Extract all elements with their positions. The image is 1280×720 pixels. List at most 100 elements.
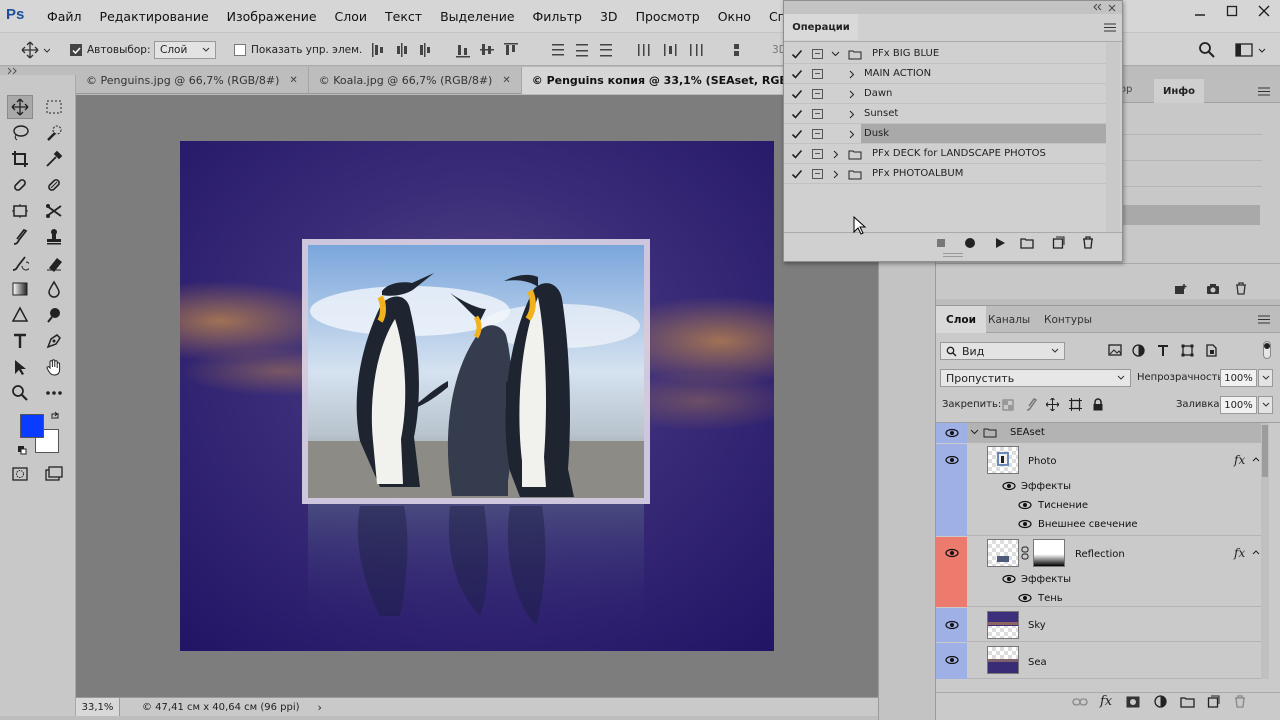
visibility-eye-icon[interactable] — [936, 643, 967, 679]
opacity-input[interactable]: 100% — [1220, 369, 1257, 387]
action-row[interactable]: Sunset — [784, 104, 1106, 124]
align-distribute-icons[interactable] — [370, 40, 740, 60]
clone-stamp-tool-icon[interactable] — [41, 225, 67, 249]
crop-tool-icon[interactable] — [7, 147, 33, 171]
menu-window[interactable]: Окно — [709, 9, 760, 24]
stop-playing-icon[interactable] — [936, 238, 946, 248]
move-tool-icon[interactable] — [7, 95, 33, 119]
layer-sky[interactable]: Sky — [936, 608, 1261, 642]
search-icon[interactable] — [1198, 40, 1216, 60]
actions-panel-titlebar[interactable] — [784, 1, 1122, 14]
dialog-toggle-icon[interactable] — [812, 69, 823, 79]
layer-photo[interactable]: Photo fx Эффекты Тиснение Внешнее свечен… — [936, 444, 1261, 536]
status-menu-arrow-icon[interactable]: › — [318, 701, 322, 714]
actions-scrollbar[interactable] — [1106, 42, 1120, 232]
lock-all-icon[interactable] — [1092, 398, 1104, 411]
panel-menu-icon[interactable] — [1258, 315, 1270, 324]
close-tab-icon[interactable]: ✕ — [289, 75, 297, 86]
menu-image[interactable]: Изображение — [218, 9, 326, 24]
lasso-tool-icon[interactable] — [7, 121, 33, 145]
dialog-toggle-icon[interactable] — [812, 109, 823, 119]
visibility-eye-icon[interactable] — [936, 446, 967, 474]
patch-tool-icon[interactable] — [7, 199, 33, 223]
minimize-icon[interactable] — [1184, 0, 1216, 22]
type-tool-icon[interactable] — [7, 329, 33, 353]
eraser-tool-icon[interactable] — [41, 251, 67, 275]
checkmark-icon[interactable] — [791, 48, 803, 60]
effect-bevel-emboss[interactable]: Тиснение — [1038, 500, 1088, 511]
zoom-tool-icon[interactable] — [7, 381, 33, 405]
new-set-folder-icon[interactable] — [1020, 237, 1034, 249]
effect-outer-glow[interactable]: Внешнее свечение — [1038, 519, 1138, 530]
dialog-toggle-icon[interactable] — [812, 89, 823, 99]
fill-slider-toggle[interactable] — [1258, 396, 1273, 414]
panel-menu-icon[interactable] — [1258, 87, 1270, 96]
layer-sea[interactable]: Sea — [936, 643, 1261, 679]
tab-info[interactable]: Инфо — [1154, 79, 1204, 103]
lock-transparent-pixels-icon[interactable] — [1002, 399, 1014, 411]
layer-mask-thumbnail[interactable] — [1033, 539, 1065, 567]
add-mask-icon[interactable] — [1126, 696, 1140, 708]
filter-smart-objects-icon[interactable] — [1205, 344, 1218, 357]
effects-eye-icon[interactable] — [1002, 480, 1016, 492]
document-canvas[interactable] — [180, 141, 774, 651]
tab-koala[interactable]: © Koala.jpg @ 66,7% (RGB/8#) ✕ — [309, 67, 522, 94]
checkmark-icon[interactable] — [791, 88, 803, 100]
layer-reflection[interactable]: Reflection fx Эффекты Тень — [936, 537, 1261, 607]
snapshot-camera-icon[interactable] — [1206, 283, 1220, 295]
dialog-toggle-icon[interactable] — [812, 149, 823, 159]
filter-toggle-switch[interactable] — [1263, 341, 1271, 359]
close-panel-icon[interactable] — [1108, 4, 1116, 12]
chevron-right-icon[interactable] — [849, 130, 855, 139]
tab-penguins[interactable]: © Penguins.jpg @ 66,7% (RGB/8#) ✕ — [76, 67, 309, 94]
layers-scrollbar[interactable] — [1261, 423, 1269, 679]
new-action-icon[interactable] — [1052, 236, 1065, 249]
lock-position-icon[interactable] — [1046, 398, 1059, 411]
effect-eye-icon[interactable] — [1018, 518, 1032, 530]
visibility-eye-icon[interactable] — [936, 423, 967, 443]
autoselect-dropdown[interactable]: Слой — [154, 41, 216, 59]
checkmark-icon[interactable] — [791, 148, 803, 160]
quick-selection-tool-icon[interactable] — [41, 121, 67, 145]
dodge-tool-icon[interactable] — [7, 303, 33, 327]
filter-type-layers-icon[interactable] — [1157, 344, 1169, 356]
chevron-right-icon[interactable] — [833, 150, 839, 159]
play-selection-icon[interactable] — [994, 237, 1006, 249]
effect-drop-shadow[interactable]: Тень — [1038, 593, 1063, 604]
panel-menu-icon[interactable] — [1104, 23, 1116, 32]
action-row[interactable]: Dawn — [784, 84, 1106, 104]
new-adjustment-layer-icon[interactable] — [1154, 695, 1167, 708]
new-group-folder-icon[interactable] — [1180, 696, 1195, 708]
effect-eye-icon[interactable] — [1018, 592, 1032, 604]
delete-layer-trash-icon[interactable] — [1234, 695, 1246, 708]
dialog-toggle-icon[interactable] — [812, 129, 823, 139]
hand-tool-icon[interactable] — [41, 355, 67, 379]
fill-input[interactable]: 100% — [1220, 396, 1257, 414]
close-tab-icon[interactable]: ✕ — [502, 75, 510, 86]
record-icon[interactable] — [964, 237, 976, 249]
screen-mode-icon[interactable] — [41, 462, 67, 486]
lock-image-pixels-icon[interactable] — [1025, 398, 1038, 411]
dialog-toggle-icon[interactable] — [812, 169, 823, 179]
marquee-tool-icon[interactable] — [41, 95, 67, 119]
lock-artboard-icon[interactable] — [1069, 398, 1082, 411]
filter-shape-layers-icon[interactable] — [1181, 344, 1194, 357]
show-transform-controls-checkbox[interactable]: Показать упр. элем. — [234, 40, 362, 60]
fx-icon[interactable]: fx — [1234, 546, 1245, 560]
collapse-panel-icon[interactable] — [1090, 4, 1102, 11]
autoselect-checkbox[interactable]: Автовыбор: — [70, 40, 151, 60]
brush-tool-icon[interactable] — [41, 173, 67, 197]
maximize-icon[interactable] — [1216, 0, 1248, 22]
path-selection-tool-icon[interactable] — [7, 355, 33, 379]
swap-colors-icon[interactable] — [50, 411, 60, 421]
quick-mask-icon[interactable] — [7, 462, 33, 486]
chevron-up-icon[interactable] — [1252, 549, 1260, 555]
eyedropper-tool-icon[interactable] — [41, 147, 67, 171]
blend-mode-dropdown[interactable]: Пропустить — [940, 369, 1131, 387]
effects-eye-icon[interactable] — [1002, 573, 1016, 585]
resize-grip[interactable] — [943, 253, 963, 257]
new-document-from-state-icon[interactable] — [1174, 283, 1188, 295]
default-colors-icon[interactable] — [17, 445, 27, 455]
more-tools-icon[interactable] — [41, 381, 67, 405]
filter-adjustment-layers-icon[interactable] — [1132, 344, 1145, 357]
